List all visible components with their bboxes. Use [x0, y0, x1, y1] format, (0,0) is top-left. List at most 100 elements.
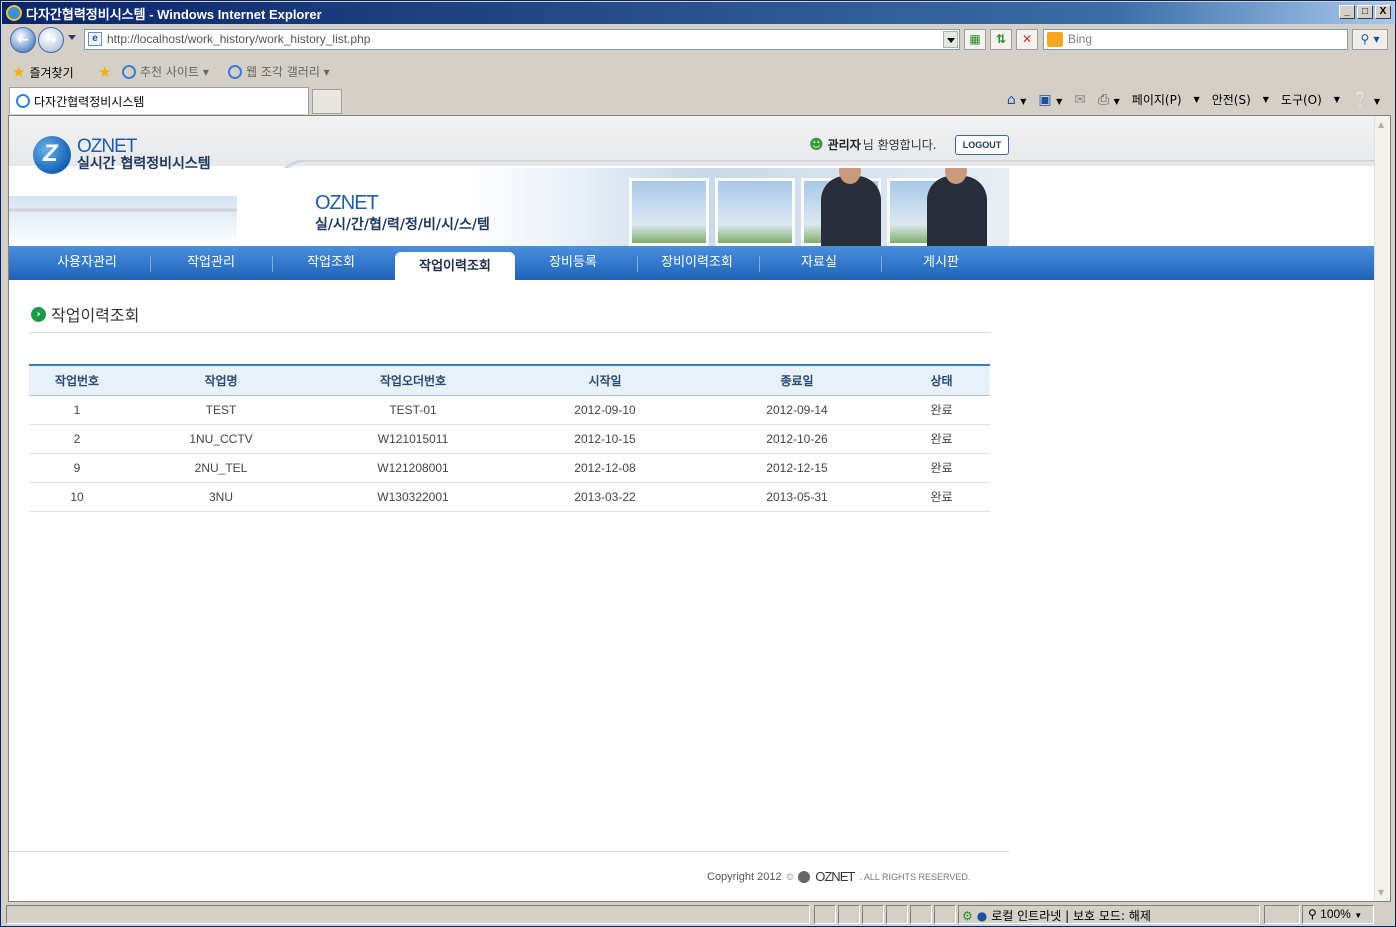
banner-person-figure: [927, 168, 987, 246]
command-bar: ⌂ ▼ ▣ ▼ ✉ ⎙ ▼ 페이지(P) ▼ 안전(S) ▼ 도구(O) ▼ ❔…: [1007, 91, 1380, 108]
forward-button[interactable]: →: [38, 27, 64, 53]
col-header-start-date[interactable]: 시작일: [509, 365, 701, 395]
web-slice-gallery-label: 웹 조각 갤러리 ▾: [246, 65, 330, 79]
status-bar: ⚙ ● 로컬 인트라넷 | 보호 모드: 해제 ⚲ 100% ▼: [2, 904, 1394, 926]
logo-brand: OZNET: [77, 136, 137, 157]
menu-work-history[interactable]: 작업이력조회: [395, 252, 515, 282]
favorites-button[interactable]: ★ 즐겨찾기: [12, 63, 74, 81]
page-menu[interactable]: 페이지(P): [1132, 91, 1182, 108]
table-row[interactable]: 9 2NU_TEL W121208001 2012-12-08 2012-12-…: [29, 453, 990, 483]
page-title: › 작업이력조회: [31, 302, 139, 326]
status-pane: [886, 905, 908, 924]
col-header-status[interactable]: 상태: [893, 365, 990, 395]
table-row[interactable]: 2 1NU_CCTV W121015011 2012-10-15 2012-10…: [29, 424, 990, 454]
col-header-work-name[interactable]: 작업명: [125, 365, 317, 395]
address-dropdown-button[interactable]: [943, 31, 958, 48]
chevron-down-icon: ▼: [1193, 95, 1200, 104]
zoom-value: 100%: [1320, 907, 1351, 921]
tools-menu[interactable]: 도구(O): [1281, 91, 1322, 108]
web-slice-gallery-link[interactable]: 웹 조각 갤러리 ▾: [228, 63, 330, 80]
compatibility-view-icon[interactable]: ▦: [964, 29, 986, 50]
help-icon[interactable]: ❔ ▼: [1352, 92, 1380, 108]
cell-start-date: 2013-03-22: [509, 482, 701, 512]
vertical-scrollbar[interactable]: ▲ ▼: [1374, 116, 1390, 901]
status-message-pane: [6, 905, 810, 924]
greeting-text: 님 환영합니다.: [862, 138, 937, 152]
mail-icon[interactable]: ✉: [1074, 92, 1086, 108]
status-pane: [862, 905, 884, 924]
cell-start-date: 2012-10-15: [509, 424, 701, 454]
chevron-down-icon: ▼: [1354, 911, 1363, 920]
minimize-button[interactable]: _: [1339, 5, 1355, 19]
back-button[interactable]: ←: [10, 27, 36, 53]
menu-board[interactable]: 게시판: [881, 246, 1001, 280]
menu-resources[interactable]: 자료실: [759, 246, 879, 280]
security-zone-text: 로컬 인트라넷 | 보호 모드: 해제: [991, 909, 1151, 923]
cell-status: 완료: [893, 453, 990, 483]
menu-work-management[interactable]: 작업관리: [151, 246, 271, 280]
site-logo[interactable]: OZNET 실시간 협력정비시스템: [33, 136, 211, 174]
cell-work-name[interactable]: 3NU: [125, 482, 317, 512]
tab-page-icon: [16, 94, 30, 108]
scroll-up-icon[interactable]: ▲: [1378, 120, 1384, 129]
chevron-right-icon: ›: [31, 306, 46, 322]
suggested-sites-label: 추천 사이트 ▾: [140, 65, 209, 79]
maximize-button[interactable]: □: [1357, 5, 1373, 19]
table-row[interactable]: 1 TEST TEST-01 2012-09-10 2012-09-14 완료: [29, 395, 990, 425]
user-greeting: ☻ 관리자 님 환영합니다.: [809, 136, 937, 153]
col-header-end-date[interactable]: 종료일: [701, 365, 893, 395]
stop-icon[interactable]: ✕: [1016, 29, 1038, 50]
search-button[interactable]: ⚲ ▾: [1352, 29, 1388, 50]
recent-pages-dropdown[interactable]: [68, 35, 76, 40]
browser-tab[interactable]: 다자간협력정비시스템: [9, 87, 309, 114]
menu-work-inquiry[interactable]: 작업조회: [271, 246, 391, 280]
window-title-bar[interactable]: 다자간협력정비시스템 - Windows Internet Explorer _…: [2, 2, 1394, 24]
refresh-icon[interactable]: ⇅: [990, 29, 1012, 50]
home-icon[interactable]: ⌂ ▼: [1007, 92, 1027, 108]
popup-status-pane[interactable]: [1264, 905, 1300, 924]
banner-window-decoration: [715, 178, 795, 246]
address-bar[interactable]: e http://localhost/work_history/work_his…: [84, 29, 960, 50]
zoom-icon: ⚲: [1308, 907, 1317, 921]
menu-equipment-history[interactable]: 장비이력조회: [637, 246, 757, 280]
cell-order-no: W121015011: [317, 424, 509, 454]
add-favorite-button[interactable]: ★: [98, 63, 111, 81]
banner-person-figure: [821, 168, 881, 246]
internet-explorer-icon: [6, 5, 22, 21]
new-tab-button[interactable]: [312, 89, 342, 114]
copyright-symbol: ©: [786, 871, 794, 882]
address-toolbar: ← → e http://localhost/work_history/work…: [2, 25, 1394, 55]
status-pane: [934, 905, 956, 924]
oznet-logo-icon: [33, 136, 71, 174]
scroll-down-icon[interactable]: ▼: [1378, 888, 1384, 897]
col-header-order-no[interactable]: 작업오더번호: [317, 365, 509, 395]
close-button[interactable]: X: [1375, 5, 1391, 19]
cell-work-name[interactable]: 2NU_TEL: [125, 453, 317, 483]
menu-user-management[interactable]: 사용자관리: [27, 246, 147, 280]
security-zone[interactable]: ⚙ ● 로컬 인트라넷 | 보호 모드: 해제: [962, 907, 1151, 924]
cell-work-name[interactable]: 1NU_CCTV: [125, 424, 317, 454]
cell-end-date: 2012-09-14: [701, 395, 893, 425]
suggested-sites-link[interactable]: 추천 사이트 ▾: [122, 63, 209, 80]
cell-order-no: TEST-01: [317, 395, 509, 425]
cell-start-date: 2012-12-08: [509, 453, 701, 483]
menu-equipment-register[interactable]: 장비등록: [513, 246, 633, 280]
intranet-zone-icon: ●: [976, 908, 988, 923]
footer-divider: [9, 851, 1009, 852]
safety-menu[interactable]: 안전(S): [1212, 91, 1251, 108]
header-banner: OZNET 실/시/간/협/력/정/비/시/스/템: [237, 168, 1009, 246]
add-favorite-icon: ★: [98, 63, 112, 81]
rights-text: . ALL RIGHTS RESERVED.: [859, 871, 971, 882]
table-row[interactable]: 10 3NU W130322001 2013-03-22 2013-05-31 …: [29, 482, 990, 512]
logout-button[interactable]: LOGOUT: [955, 135, 1009, 155]
zoom-level[interactable]: ⚲ 100% ▼: [1308, 907, 1362, 921]
search-input[interactable]: Bing: [1043, 29, 1348, 50]
banner-subtitle: 실/시/간/협/력/정/비/시/스/템: [315, 217, 490, 233]
bing-icon: [1047, 32, 1063, 47]
oznet-footer-logo-icon: [798, 870, 811, 883]
col-header-work-no[interactable]: 작업번호: [29, 365, 125, 395]
print-icon[interactable]: ⎙ ▼: [1098, 92, 1120, 108]
cell-work-name[interactable]: TEST: [125, 395, 317, 425]
table-header-row: 작업번호 작업명 작업오더번호 시작일 종료일 상태: [29, 365, 990, 395]
feeds-icon[interactable]: ▣ ▼: [1038, 92, 1062, 108]
